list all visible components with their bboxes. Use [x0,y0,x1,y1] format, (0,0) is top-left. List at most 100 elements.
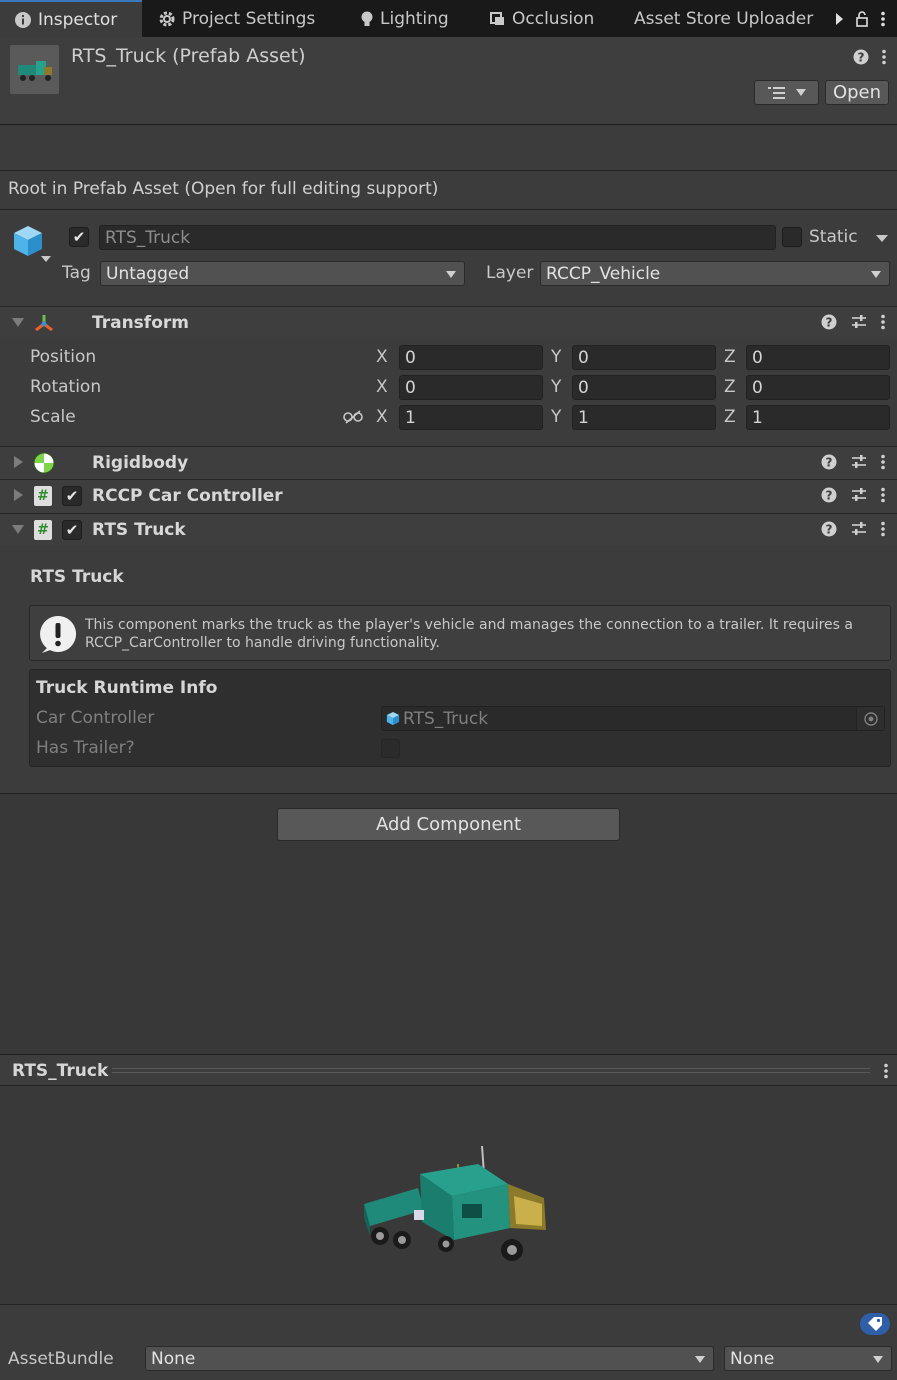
foldout-open-icon[interactable] [12,525,24,534]
rts-truck-title: RTS Truck [92,520,186,540]
rotation-x-field[interactable]: 0 [399,375,543,400]
preview-viewport[interactable] [0,1086,897,1304]
asset-bundle-bar: AssetBundle None None [0,1304,897,1380]
rts-truck-header[interactable]: # ✔ RTS Truck ? [0,513,897,545]
tab-asset-store-uploader[interactable]: Asset Store Uploader [620,0,813,37]
tab-lighting[interactable]: Lighting [346,0,449,37]
constrain-proportions-icon[interactable] [343,409,363,425]
help-icon[interactable]: ? [821,521,837,537]
truck-thumbnail-icon [18,61,52,81]
truck-preview-image [364,1145,546,1261]
axis-z-label: Z [724,347,736,367]
add-component-button[interactable]: Add Component [277,808,620,841]
position-y-field[interactable]: 0 [572,345,716,370]
gameobject-name-field[interactable]: RTS_Truck [99,225,776,250]
inspector-header: RTS_Truck (Prefab Asset) ? Open [0,37,897,125]
position-x-field[interactable]: 0 [399,345,543,370]
rotation-y-field[interactable]: 0 [572,375,716,400]
icon-picker-caret-icon[interactable] [41,256,51,262]
component-menu-icon[interactable] [881,314,885,330]
tag-dropdown[interactable]: Untagged [100,261,465,286]
overrides-dropdown[interactable] [754,80,819,105]
layer-dropdown[interactable]: RCCP_Vehicle [540,261,890,286]
bulb-icon [361,11,373,26]
preview-header: RTS_Truck [0,1054,897,1086]
presets-icon[interactable] [851,454,867,470]
tab-bar: Inspector Project Settings Lighting Occl… [0,0,897,37]
asset-bundle-variant-dropdown[interactable]: None [724,1346,892,1371]
layer-value: RCCP_Vehicle [546,263,661,284]
asset-bundle-label: AssetBundle [8,1349,114,1369]
position-label: Position [30,347,97,367]
car-controller-title: RCCP Car Controller [92,486,283,506]
lock-icon[interactable] [855,10,869,27]
kebab-menu-icon[interactable] [881,11,885,27]
prefab-thumbnail [10,45,59,94]
component-controls: ? [821,454,885,470]
scale-y-field[interactable]: 1 [572,405,716,430]
axis-z-label: Z [724,377,736,397]
rigidbody-header[interactable]: Rigidbody ? [0,446,897,479]
position-z-field[interactable]: 0 [746,345,890,370]
axis-x-label: X [376,377,388,397]
preview-menu-icon[interactable] [884,1063,888,1079]
transform-axis-icon [35,315,53,332]
header-menu-icon[interactable] [882,49,886,65]
tab-project-settings[interactable]: Project Settings [144,0,315,37]
transform-header[interactable]: Transform ? [0,306,897,338]
presets-icon[interactable] [851,521,867,537]
help-icon[interactable]: ? [821,454,837,470]
warning-icon [40,616,77,653]
runtime-info-title: Truck Runtime Info [36,678,218,698]
svg-text:?: ? [826,456,833,470]
car-controller-enabled-toggle[interactable]: ✔ [62,486,82,506]
asset-bundle-name-value: None [151,1348,196,1369]
svg-text:?: ? [826,523,833,537]
prefab-notice-text: Root in Prefab Asset (Open for full edit… [8,179,439,199]
asset-labels-button[interactable] [860,1313,890,1335]
static-dropdown-icon[interactable] [876,235,888,242]
preview-drag-handle[interactable] [112,1068,870,1073]
scale-x-field[interactable]: 1 [399,405,543,430]
component-controls: ? [821,314,885,330]
tab-occlusion[interactable]: Occlusion [476,0,594,37]
car-controller-object-field[interactable]: RTS_Truck [381,706,885,731]
tab-scroll-right-icon[interactable] [836,12,843,25]
object-picker-button[interactable] [856,707,884,730]
help-icon[interactable]: ? [853,49,869,65]
rts-truck-section-title: RTS Truck [30,567,124,587]
gameobject-active-toggle[interactable]: ✔ [69,227,89,247]
script-icon: # [34,486,52,506]
car-controller-label: Car Controller [36,708,155,728]
help-box: This component marks the truck as the pl… [29,605,891,661]
has-trailer-toggle[interactable] [381,739,400,758]
rotation-z-field[interactable]: 0 [746,375,890,400]
component-controls: ? [821,487,885,503]
help-icon[interactable]: ? [821,487,837,503]
component-menu-icon[interactable] [881,454,885,470]
scale-label: Scale [30,407,76,427]
foldout-closed-icon[interactable] [14,489,23,501]
chevron-down-icon [446,271,456,278]
tab-label: Asset Store Uploader [634,8,814,29]
scale-z-field[interactable]: 1 [746,405,890,430]
presets-icon[interactable] [851,487,867,503]
layer-label: Layer [486,263,534,283]
open-prefab-button[interactable]: Open [825,80,889,105]
car-controller-header[interactable]: # ✔ RCCP Car Controller ? [0,479,897,513]
transform-body: Position X 0 Y 0 Z 0 Rotation X 0 Y 0 Z … [0,338,897,446]
asset-bundle-name-dropdown[interactable]: None [145,1346,714,1371]
rts-truck-enabled-toggle[interactable]: ✔ [62,520,82,540]
foldout-closed-icon[interactable] [14,456,23,468]
static-toggle[interactable] [782,227,802,247]
has-trailer-label: Has Trailer? [36,738,135,758]
help-icon[interactable]: ? [821,314,837,330]
component-menu-icon[interactable] [881,487,885,503]
checkmark-icon: ✔ [72,228,86,246]
presets-icon[interactable] [851,314,867,330]
foldout-open-icon[interactable] [12,318,24,327]
tab-inspector[interactable]: Inspector [0,0,142,37]
component-menu-icon[interactable] [881,521,885,537]
prefab-cube-icon [14,226,42,256]
prefab-notice-bar: Root in Prefab Asset (Open for full edit… [0,171,897,209]
